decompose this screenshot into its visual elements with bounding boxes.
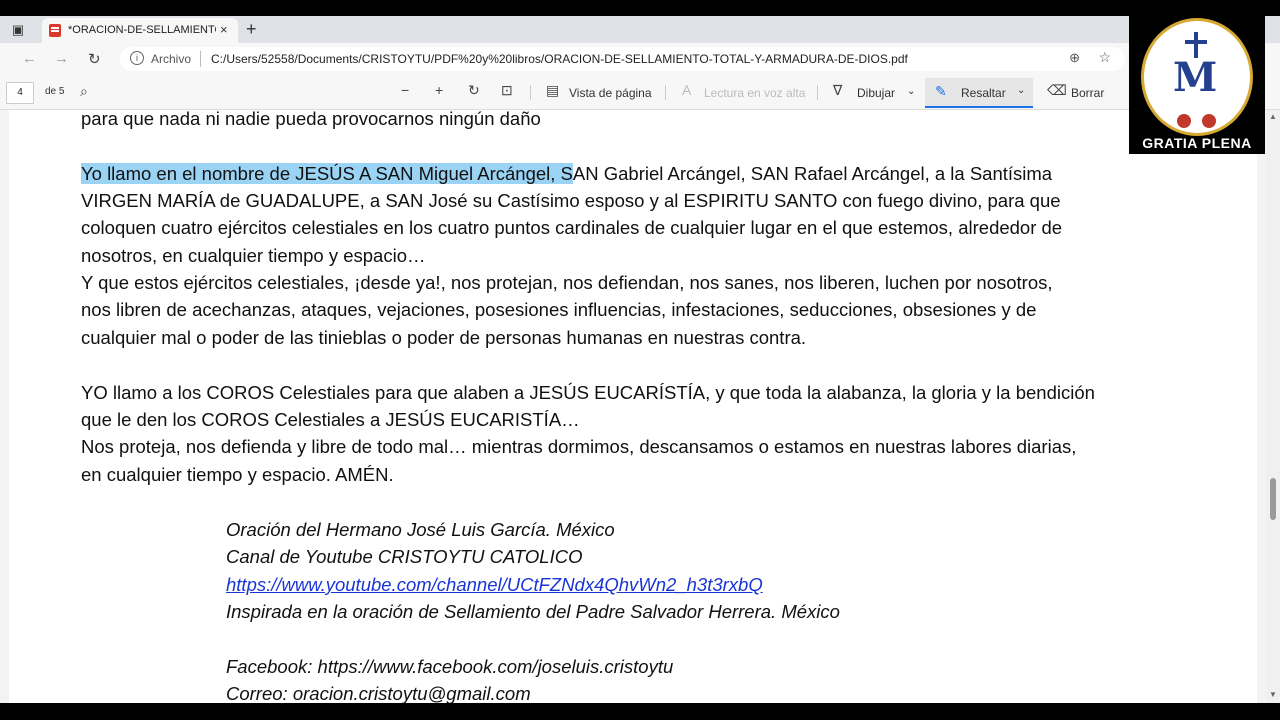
logo-text: GRATIA PLENA: [1142, 135, 1252, 151]
new-tab-button[interactable]: +: [246, 19, 257, 40]
document-viewport: para que nada ni nadie pueda provocarnos…: [0, 110, 1266, 703]
pdf-page: para que nada ni nadie pueda provocarnos…: [9, 110, 1257, 703]
zoom-in-icon[interactable]: +: [435, 82, 443, 98]
doc-line: coloquen cuatro ejércitos celestiales en…: [81, 217, 1063, 238]
address-prefix: Archivo: [151, 52, 192, 66]
sacred-heart-icon: [1177, 114, 1191, 128]
address-divider: [200, 51, 201, 67]
cross-bar-icon: [1185, 40, 1207, 44]
page-view-icon[interactable]: ▤: [546, 82, 559, 99]
erase-button[interactable]: Borrar: [1071, 86, 1104, 100]
back-icon[interactable]: ←: [22, 50, 37, 67]
credit-line: Canal de Youtube CRISTOYTU CATOLICO: [226, 546, 583, 567]
doc-line: Y que estos ejércitos celestiales, ¡desd…: [81, 272, 1053, 293]
zoom-out-icon[interactable]: −: [401, 82, 409, 98]
facebook-line: Facebook: https://www.facebook.com/josel…: [226, 656, 674, 677]
pdf-icon: [49, 24, 61, 37]
credit-line: Oración del Hermano José Luis García. Mé…: [226, 519, 615, 540]
highlight-button[interactable]: ✎ Resaltar ⌄: [925, 78, 1033, 108]
rotate-icon[interactable]: ↻: [468, 82, 480, 99]
scroll-down-icon[interactable]: ▼: [1269, 690, 1277, 699]
scroll-thumb[interactable]: [1270, 478, 1276, 520]
info-icon[interactable]: i: [130, 51, 144, 65]
doc-line: cualquier mal o poder de las tinieblas o…: [81, 327, 807, 348]
doc-line: Nos proteja, nos defienda y libre de tod…: [81, 436, 1077, 457]
doc-line: en cualquier tiempo y espacio. AMÉN.: [81, 464, 394, 485]
zoom-icon[interactable]: ⊕: [1069, 50, 1080, 66]
youtube-link[interactable]: https://www.youtube.com/channel/UCtFZNdx…: [226, 574, 763, 596]
read-aloud-icon[interactable]: A: [682, 82, 691, 98]
credit-line: Inspirada en la oración de Sellamiento d…: [226, 601, 840, 622]
highlighter-icon: ✎: [935, 83, 947, 99]
eraser-icon[interactable]: ⌫: [1047, 82, 1067, 99]
scroll-up-icon[interactable]: ▲: [1269, 112, 1277, 121]
doc-line: YO llamo a los COROS Celestiales para qu…: [81, 382, 1095, 403]
immaculate-heart-icon: [1202, 114, 1216, 128]
doc-line: Yo llamo en el nombre de JESÚS A SAN Mig…: [81, 163, 1052, 185]
doc-line: nosotros, en cualquier tiempo y espacio…: [81, 245, 426, 266]
page-view-button[interactable]: Vista de página: [569, 86, 652, 100]
forward-icon[interactable]: →: [54, 50, 69, 67]
vertical-scrollbar[interactable]: ▲ ▼: [1266, 110, 1280, 703]
marian-monogram-icon: M: [1173, 54, 1218, 101]
search-icon[interactable]: ⌕: [80, 83, 88, 100]
tab-close-icon[interactable]: ×: [220, 22, 228, 37]
page-total: de 5: [45, 86, 65, 97]
bottom-black-bar: [0, 703, 1280, 720]
pdf-toolbar: 4 de 5 ⌕ − + ↻ ⊡ ▤ Vista de página A Lec…: [0, 75, 1280, 110]
highlight-chevron-icon[interactable]: ⌄: [1017, 85, 1025, 96]
address-field[interactable]: i Archivo C:/Users/52558/Documents/CRIST…: [120, 47, 1125, 71]
tab-pdf-document[interactable]: *ORACION-DE-SELLAMIENTO-T ×: [42, 18, 238, 43]
doc-line: que le den los COROS Celestiales a JESÚS…: [81, 409, 580, 430]
gratia-plena-logo: M GRATIA PLENA: [1129, 16, 1265, 154]
toolbar-divider: [665, 85, 666, 100]
draw-button[interactable]: Dibujar: [857, 86, 895, 100]
tab-title: *ORACION-DE-SELLAMIENTO-T: [68, 24, 216, 36]
page-number-input[interactable]: 4: [6, 82, 34, 104]
highlighted-text: Yo llamo en el nombre de JESÚS A SAN Mig…: [81, 163, 573, 184]
address-bar-row: ← → ↻ i Archivo C:/Users/52558/Documents…: [0, 43, 1280, 75]
draw-chevron-icon[interactable]: ⌄: [907, 86, 915, 97]
toolbar-divider: [530, 85, 531, 100]
top-black-bar: [0, 0, 1280, 16]
doc-text: AN Gabriel Arcángel, SAN Rafael Arcángel…: [572, 163, 1053, 184]
url-text[interactable]: C:/Users/52558/Documents/CRISTOYTU/PDF%2…: [211, 52, 908, 66]
doc-line: nos libren de acechanzas, ataques, vejac…: [81, 299, 1037, 320]
fit-page-icon[interactable]: ⊡: [501, 82, 513, 99]
doc-line: para que nada ni nadie pueda provocarnos…: [81, 110, 541, 129]
favorite-icon[interactable]: ☆: [1098, 49, 1111, 66]
email-line: Correo: oracion.cristoytu@gmail.com: [226, 683, 531, 703]
tab-strip: ▣ *ORACION-DE-SELLAMIENTO-T × +: [0, 16, 1280, 43]
tab-actions-icon[interactable]: ▣: [8, 21, 28, 39]
highlight-label: Resaltar: [961, 86, 1006, 100]
draw-icon[interactable]: ∇: [833, 82, 842, 99]
doc-line: VIRGEN MARÍA de GUADALUPE, a SAN José su…: [81, 190, 1061, 211]
refresh-icon[interactable]: ↻: [88, 50, 101, 68]
read-aloud-button[interactable]: Lectura en voz alta: [704, 86, 805, 100]
toolbar-divider: [817, 85, 818, 100]
